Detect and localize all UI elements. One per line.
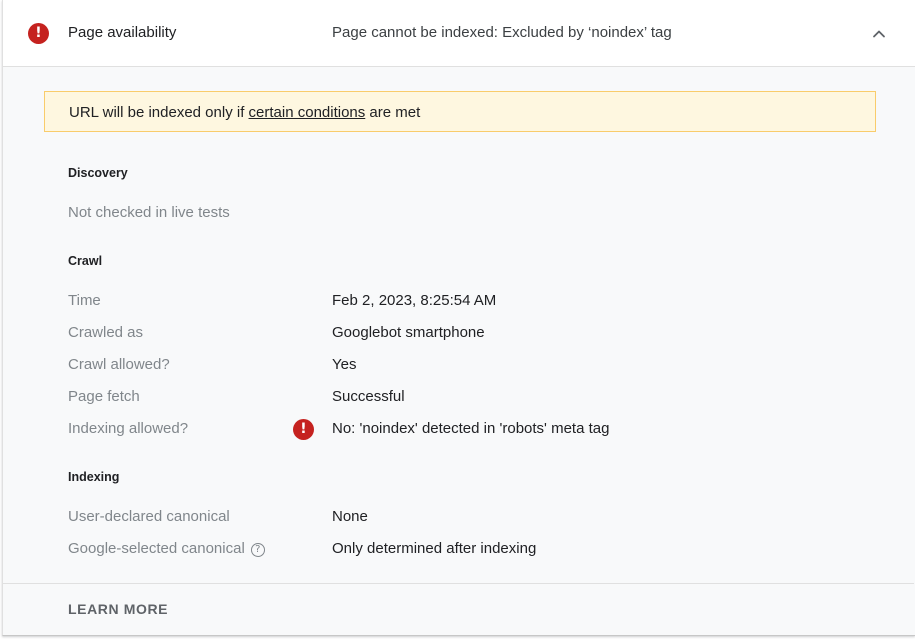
page-availability-header[interactable]: ! Page availability Page cannot be index… (3, 0, 915, 67)
page-fetch-value: Successful (332, 388, 405, 405)
crawl-time-label: Time (68, 292, 101, 309)
google-selected-canonical-text: Google-selected canonical (68, 540, 245, 557)
indexing-allowed-label: Indexing allowed? (68, 420, 189, 437)
crawl-allowed-label: Crawl allowed? (68, 356, 170, 373)
crawl-time-value: Feb 2, 2023, 8:25:54 AM (332, 292, 497, 309)
banner-text-suffix: are met (365, 104, 421, 121)
chevron-up-icon[interactable] (867, 22, 891, 46)
page-availability-panel: ! Page availability Page cannot be index… (2, 0, 915, 636)
error-icon: ! (293, 419, 314, 440)
banner-text: URL will be indexed only if certain cond… (69, 104, 420, 121)
crawl-section-title: Crawl (68, 254, 103, 268)
availability-status: Page cannot be indexed: Excluded by ‘noi… (332, 24, 672, 41)
learn-more-button[interactable]: LEARN MORE (68, 601, 168, 617)
crawled-as-label: Crawled as (68, 324, 144, 341)
user-declared-canonical-label: User-declared canonical (68, 508, 230, 525)
page-fetch-label: Page fetch (68, 388, 140, 405)
indexing-allowed-value: No: 'noindex' detected in 'robots' meta … (332, 420, 610, 437)
error-icon: ! (28, 23, 49, 44)
indexing-section-title: Indexing (68, 470, 120, 484)
google-selected-canonical-label: Google-selected canonical? (68, 540, 265, 557)
section-header-title: Page availability (68, 24, 177, 41)
footer-divider (3, 583, 914, 584)
indexing-conditions-banner: URL will be indexed only if certain cond… (44, 91, 876, 132)
banner-text-prefix: URL will be indexed only if (69, 104, 249, 121)
google-selected-canonical-value: Only determined after indexing (332, 540, 537, 557)
help-icon[interactable]: ? (250, 543, 265, 557)
user-declared-canonical-value: None (332, 508, 368, 525)
certain-conditions-link[interactable]: certain conditions (249, 104, 366, 121)
crawled-as-value: Googlebot smartphone (332, 324, 485, 341)
discovery-note: Not checked in live tests (68, 204, 230, 221)
discovery-section-title: Discovery (68, 166, 128, 180)
crawl-allowed-value: Yes (332, 356, 357, 373)
